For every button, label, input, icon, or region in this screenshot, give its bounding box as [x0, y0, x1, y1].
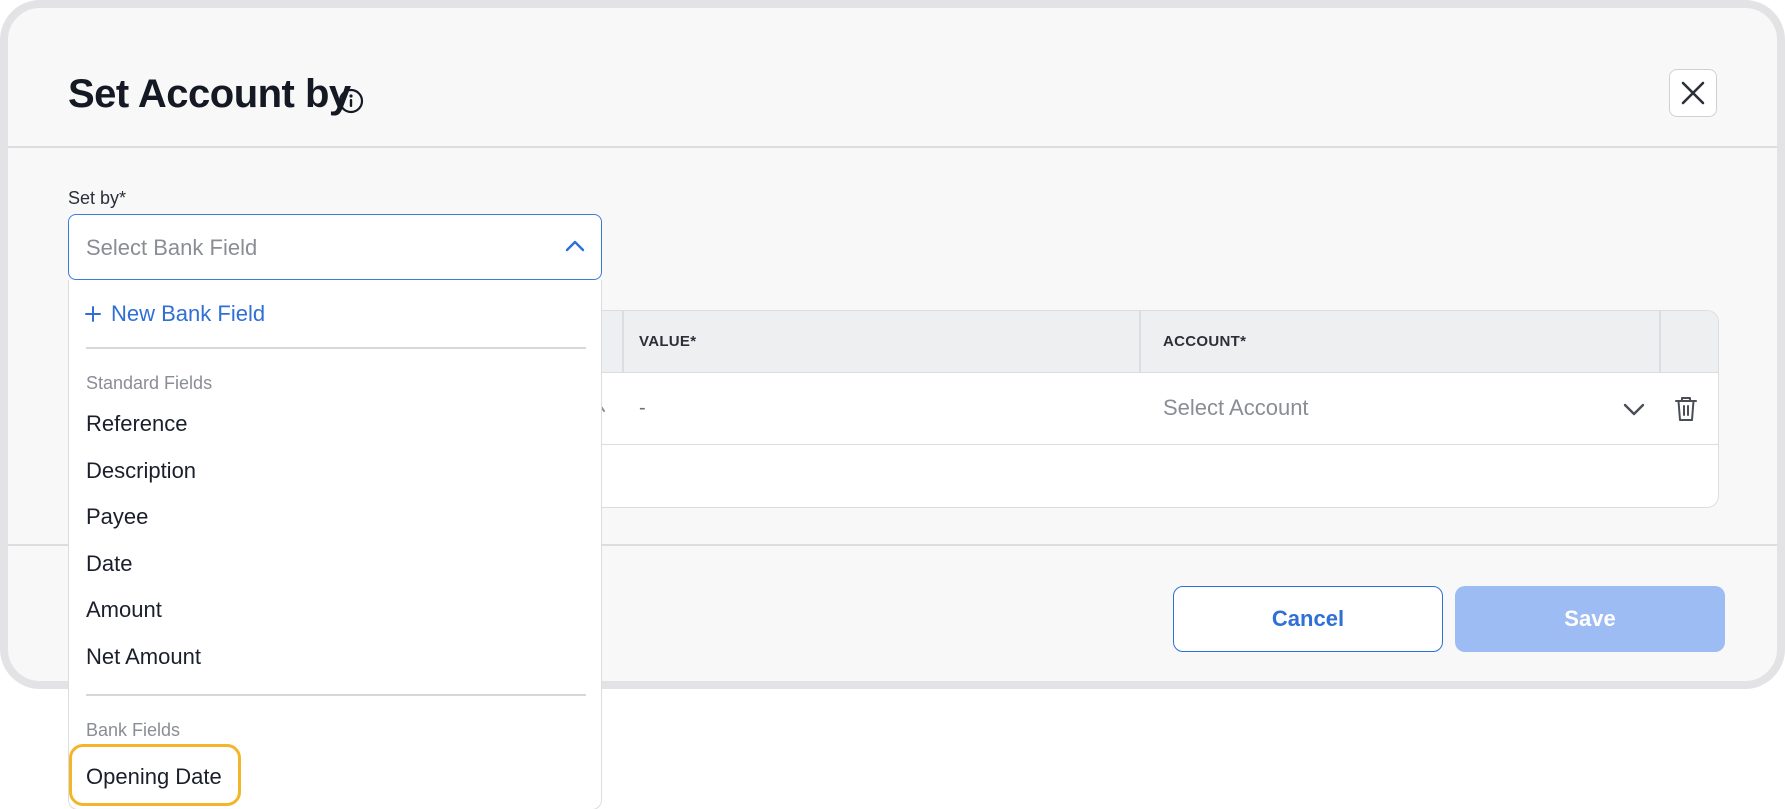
new-bank-field-option[interactable]: New Bank Field: [85, 301, 265, 327]
save-button[interactable]: Save: [1455, 586, 1725, 652]
modal-title: Set Account by: [68, 72, 351, 116]
account-header: ACCOUNT*: [1163, 333, 1247, 350]
value-header: VALUE*: [639, 333, 697, 350]
info-icon[interactable]: [338, 88, 364, 114]
close-button[interactable]: [1669, 69, 1717, 117]
chevron-down-icon[interactable]: [1622, 399, 1646, 419]
bank-field-placeholder: Select Bank Field: [86, 235, 258, 260]
option-description[interactable]: Description: [86, 458, 196, 484]
standard-fields-heading: Standard Fields: [86, 373, 213, 393]
option-amount[interactable]: Amount: [86, 597, 162, 623]
cancel-button[interactable]: Cancel: [1173, 586, 1443, 652]
modal-header: Set Account by: [8, 8, 1777, 148]
option-payee[interactable]: Payee: [86, 504, 148, 530]
option-net-amount[interactable]: Net Amount: [86, 644, 201, 670]
new-bank-field-label: New Bank Field: [111, 301, 266, 326]
option-opening-date[interactable]: Opening Date: [86, 764, 222, 790]
dropdown-divider: [86, 347, 586, 349]
option-reference[interactable]: Reference: [86, 411, 188, 437]
close-icon: [1681, 81, 1705, 105]
account-select[interactable]: Select Account: [1163, 395, 1309, 421]
dropdown-divider: [86, 694, 586, 696]
set-by-label: Set by*: [68, 188, 127, 208]
bank-field-dropdown: New Bank Field Standard Fields Reference…: [68, 280, 602, 809]
bank-field-select[interactable]: Select Bank Field: [68, 214, 602, 280]
bank-fields-heading: Bank Fields: [86, 720, 181, 740]
value-cell[interactable]: -: [639, 397, 646, 420]
option-date[interactable]: Date: [86, 551, 132, 577]
stage: Set Account by Set by* VALUE* ACCOUNT* -…: [0, 0, 1785, 809]
plus-icon: [85, 306, 101, 322]
trash-icon[interactable]: [1673, 395, 1699, 423]
chevron-up-icon: [565, 240, 585, 252]
